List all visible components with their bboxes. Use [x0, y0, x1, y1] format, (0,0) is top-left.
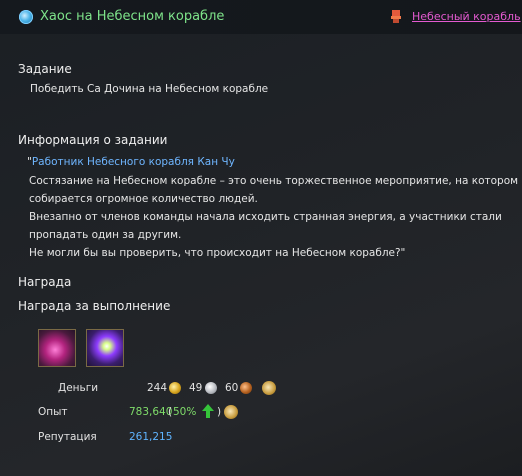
bonus-bag-icon[interactable]: [224, 405, 238, 419]
green-up-arrow-icon: [202, 404, 214, 418]
exp-value: 783,640: [129, 406, 173, 418]
reputation-value: 261,215: [129, 431, 173, 443]
money-label: Деньги: [58, 382, 99, 394]
location-link[interactable]: Небесный корабль: [412, 10, 521, 23]
exp-percent: 50%: [173, 406, 197, 418]
reputation-label: Репутация: [38, 431, 97, 443]
completion-reward-heading: Награда за выполнение: [18, 299, 171, 313]
silver-amount: 49: [189, 382, 203, 394]
quest-dialogue-speaker: "Работник Небесного корабля Кан Чу: [27, 156, 235, 168]
bonus-bag-icon[interactable]: [262, 381, 276, 395]
task-text: Победить Са Дочина на Небесном корабле: [30, 83, 269, 95]
silver-coin-icon: [205, 382, 217, 394]
exp-paren-open: (: [168, 406, 173, 418]
quest-globe-icon: [19, 10, 33, 24]
speaker-name: Работник Небесного корабля Кан Чу: [31, 156, 235, 168]
gold-amount: 244: [147, 382, 168, 394]
reward-heading: Награда: [18, 275, 72, 289]
copper-amount: 60: [225, 382, 239, 394]
exp-paren-close: ): [217, 406, 222, 418]
dialogue-line: собирается огромное количество людей.: [29, 193, 258, 205]
dialogue-line: Внезапно от членов команды начала исходи…: [29, 211, 502, 223]
dialogue-line: пропадать один за другим.: [29, 229, 182, 241]
info-heading: Информация о задании: [18, 133, 168, 147]
dialogue-line: Не могли бы вы проверить, что происходит…: [29, 247, 406, 259]
copper-coin-icon: [240, 382, 252, 394]
reward-item-chest[interactable]: [38, 329, 76, 367]
map-pin-icon[interactable]: [390, 8, 402, 24]
quest-header: Хаос на Небесном корабле Небесный корабл…: [0, 0, 522, 34]
dialogue-line: Состязание на Небесном корабле – это оче…: [29, 175, 519, 187]
quest-title: Хаос на Небесном корабле: [40, 9, 225, 24]
gold-coin-icon: [169, 382, 181, 394]
task-heading: Задание: [18, 62, 72, 76]
exp-label: Опыт: [38, 406, 68, 418]
reward-item-orb[interactable]: [86, 329, 124, 367]
